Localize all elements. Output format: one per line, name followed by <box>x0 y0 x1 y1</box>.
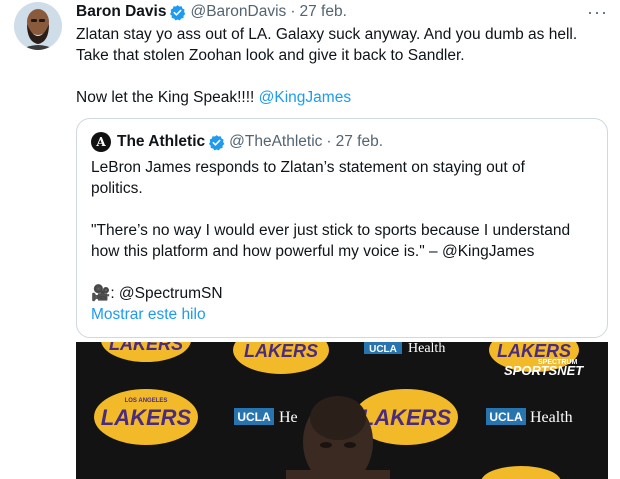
health-partial-text: He <box>279 409 298 426</box>
lakers-logo-text: LAKERS <box>109 342 183 354</box>
lakers-logo-text: LAKERS <box>361 405 452 430</box>
quoted-text-line: "There’s no way I would ever just stick … <box>91 222 571 239</box>
separator-dot: · <box>326 133 332 150</box>
quoted-tweet-header: A The Athletic @TheAthletic · 27 feb. <box>91 131 383 153</box>
lakers-logo-text: LAKERS <box>101 405 192 430</box>
sportsnet-text: SPORTSNET <box>504 363 584 378</box>
quoted-text-line: LeBron James responds to Zlatan’s statem… <box>91 159 525 176</box>
the-athletic-logo-icon: A <box>91 132 111 152</box>
tweet-text-line: Zlatan stay yo ass out of LA. Galaxy suc… <box>76 26 578 43</box>
credit-line: 🎥: @SpectrumSN <box>91 283 601 304</box>
ucla-text: UCLA <box>237 410 271 424</box>
ucla-text: UCLA <box>369 344 397 355</box>
video-frame: LAKERS LAKERS UCLA Health LAKERS SPECTRU… <box>76 342 608 479</box>
verified-badge-icon <box>170 4 186 20</box>
quoted-tweet-text: LeBron James responds to Zlatan’s statem… <box>91 157 601 325</box>
tweet-header: Baron Davis @BaronDavis · 27 feb. <box>76 2 347 22</box>
quoted-date: 27 feb. <box>335 133 383 150</box>
tweet-text-line: Take that stolen Zoohan look and give it… <box>76 47 465 64</box>
health-text: Health <box>408 342 445 356</box>
video-player[interactable]: LAKERS LAKERS UCLA Health LAKERS SPECTRU… <box>76 342 608 479</box>
avatar-image <box>14 2 62 50</box>
tweet[interactable]: Baron Davis @BaronDavis · 27 feb. ··· Zl… <box>0 0 620 479</box>
ucla-health-logo: UCLA He <box>234 408 298 426</box>
tweet-text-final: Now let the King Speak!!!! <box>76 89 259 106</box>
separator-dot: · <box>290 3 296 20</box>
avatar[interactable] <box>14 2 62 50</box>
quoted-text-line: politics. <box>91 180 143 197</box>
ucla-health-logo: UCLA Health <box>486 408 573 426</box>
handle[interactable]: @BaronDavis <box>190 3 286 21</box>
quoted-text-line: how this platform and how powerful my vo… <box>91 243 535 260</box>
more-horizontal-icon[interactable]: ··· <box>587 2 608 23</box>
quoted-tweet[interactable]: A The Athletic @TheAthletic · 27 feb. Le… <box>76 118 608 338</box>
credit-text: : @SpectrumSN <box>110 285 223 302</box>
tweet-text-line: Now let the King Speak!!!! @KingJames <box>76 87 606 108</box>
verified-badge-icon <box>209 134 225 150</box>
ucla-text: UCLA <box>489 410 523 424</box>
tweet-date[interactable]: 27 feb. <box>299 3 346 21</box>
lakers-logo-text: LAKERS <box>244 342 318 361</box>
lakers-logo-small-text: LOS ANGELES <box>125 398 168 404</box>
show-thread-link[interactable]: Mostrar este hilo <box>91 306 206 323</box>
quoted-handle: @TheAthletic <box>229 133 323 150</box>
tweet-text: Zlatan stay yo ass out of LA. Galaxy suc… <box>76 24 606 108</box>
movie-camera-icon: 🎥 <box>91 285 111 302</box>
quoted-display-name: The Athletic <box>117 133 206 150</box>
health-text: Health <box>530 409 573 426</box>
display-name[interactable]: Baron Davis <box>76 3 166 21</box>
lakers-logo: LOS ANGELES LAKERS <box>94 389 198 445</box>
mention-link[interactable]: @KingJames <box>259 89 351 106</box>
